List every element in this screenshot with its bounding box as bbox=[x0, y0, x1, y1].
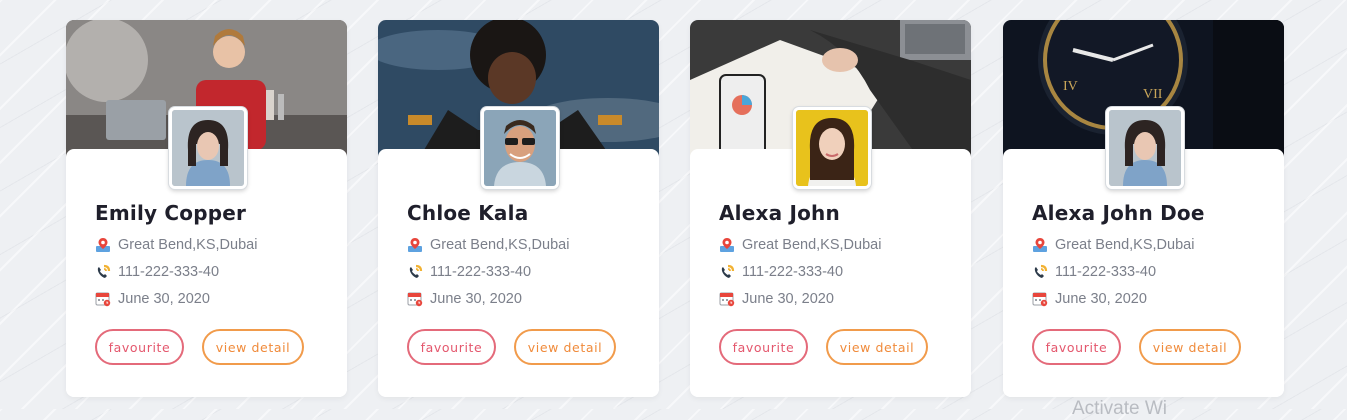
phone-row: 111-222-333-40 bbox=[95, 264, 219, 280]
date-text: June 30, 2020 bbox=[742, 291, 834, 307]
favourite-button[interactable]: favourite bbox=[1032, 329, 1121, 365]
avatar bbox=[481, 107, 559, 189]
phone-row: 111-222-333-40 bbox=[719, 264, 843, 280]
date-row: June 30, 2020 bbox=[719, 291, 834, 307]
phone-icon bbox=[407, 264, 423, 280]
date-row: June 30, 2020 bbox=[95, 291, 210, 307]
date-text: June 30, 2020 bbox=[430, 291, 522, 307]
date-text: June 30, 2020 bbox=[118, 291, 210, 307]
activate-windows-watermark: Activate Wi bbox=[1072, 398, 1168, 419]
phone-icon bbox=[1032, 264, 1048, 280]
location-row: Great Bend,KS,Dubai bbox=[407, 237, 569, 253]
location-text: Great Bend,KS,Dubai bbox=[430, 237, 570, 253]
phone-text: 111-222-333-40 bbox=[742, 264, 844, 280]
phone-icon bbox=[95, 264, 111, 280]
phone-row: 111-222-333-40 bbox=[407, 264, 531, 280]
profile-card: Alexa John Great Bend,KS,Dubai 111-222-3… bbox=[690, 20, 971, 397]
profile-name: Alexa John bbox=[719, 201, 840, 225]
location-text: Great Bend,KS,Dubai bbox=[118, 237, 258, 253]
location-row: Great Bend,KS,Dubai bbox=[1032, 237, 1194, 253]
favourite-button[interactable]: favourite bbox=[719, 329, 808, 365]
profile-card: Chloe Kala Great Bend,KS,Dubai 111-222-3… bbox=[378, 20, 659, 397]
favourite-button[interactable]: favourite bbox=[407, 329, 496, 365]
map-pin-icon bbox=[407, 237, 423, 253]
map-pin-icon bbox=[1032, 237, 1048, 253]
avatar bbox=[793, 107, 871, 189]
view-detail-button[interactable]: view detail bbox=[1139, 329, 1241, 365]
profile-name: Emily Copper bbox=[95, 201, 247, 225]
view-detail-button[interactable]: view detail bbox=[202, 329, 304, 365]
profile-name: Chloe Kala bbox=[407, 201, 529, 225]
calendar-icon bbox=[95, 291, 111, 307]
svg-text:IV: IV bbox=[1063, 79, 1078, 94]
favourite-button[interactable]: favourite bbox=[95, 329, 184, 365]
phone-text: 111-222-333-40 bbox=[118, 264, 220, 280]
phone-row: 111-222-333-40 bbox=[1032, 264, 1156, 280]
date-text: June 30, 2020 bbox=[1055, 291, 1147, 307]
phone-icon bbox=[719, 264, 735, 280]
svg-text:VII: VII bbox=[1143, 87, 1163, 102]
map-pin-icon bbox=[95, 237, 111, 253]
location-text: Great Bend,KS,Dubai bbox=[742, 237, 882, 253]
location-text: Great Bend,KS,Dubai bbox=[1055, 237, 1195, 253]
date-row: June 30, 2020 bbox=[407, 291, 522, 307]
avatar bbox=[169, 107, 247, 189]
calendar-icon bbox=[719, 291, 735, 307]
profile-card: VII IV Alexa John Doe Great Bend,KS,Duba… bbox=[1003, 20, 1284, 397]
avatar bbox=[1106, 107, 1184, 189]
date-row: June 30, 2020 bbox=[1032, 291, 1147, 307]
view-detail-button[interactable]: view detail bbox=[826, 329, 928, 365]
profile-name: Alexa John Doe bbox=[1032, 201, 1205, 225]
phone-text: 111-222-333-40 bbox=[1055, 264, 1157, 280]
location-row: Great Bend,KS,Dubai bbox=[719, 237, 881, 253]
location-row: Great Bend,KS,Dubai bbox=[95, 237, 257, 253]
phone-text: 111-222-333-40 bbox=[430, 264, 532, 280]
map-pin-icon bbox=[719, 237, 735, 253]
calendar-icon bbox=[407, 291, 423, 307]
calendar-icon bbox=[1032, 291, 1048, 307]
view-detail-button[interactable]: view detail bbox=[514, 329, 616, 365]
profile-card: Emily Copper Great Bend,KS,Dubai 111-222… bbox=[66, 20, 347, 397]
